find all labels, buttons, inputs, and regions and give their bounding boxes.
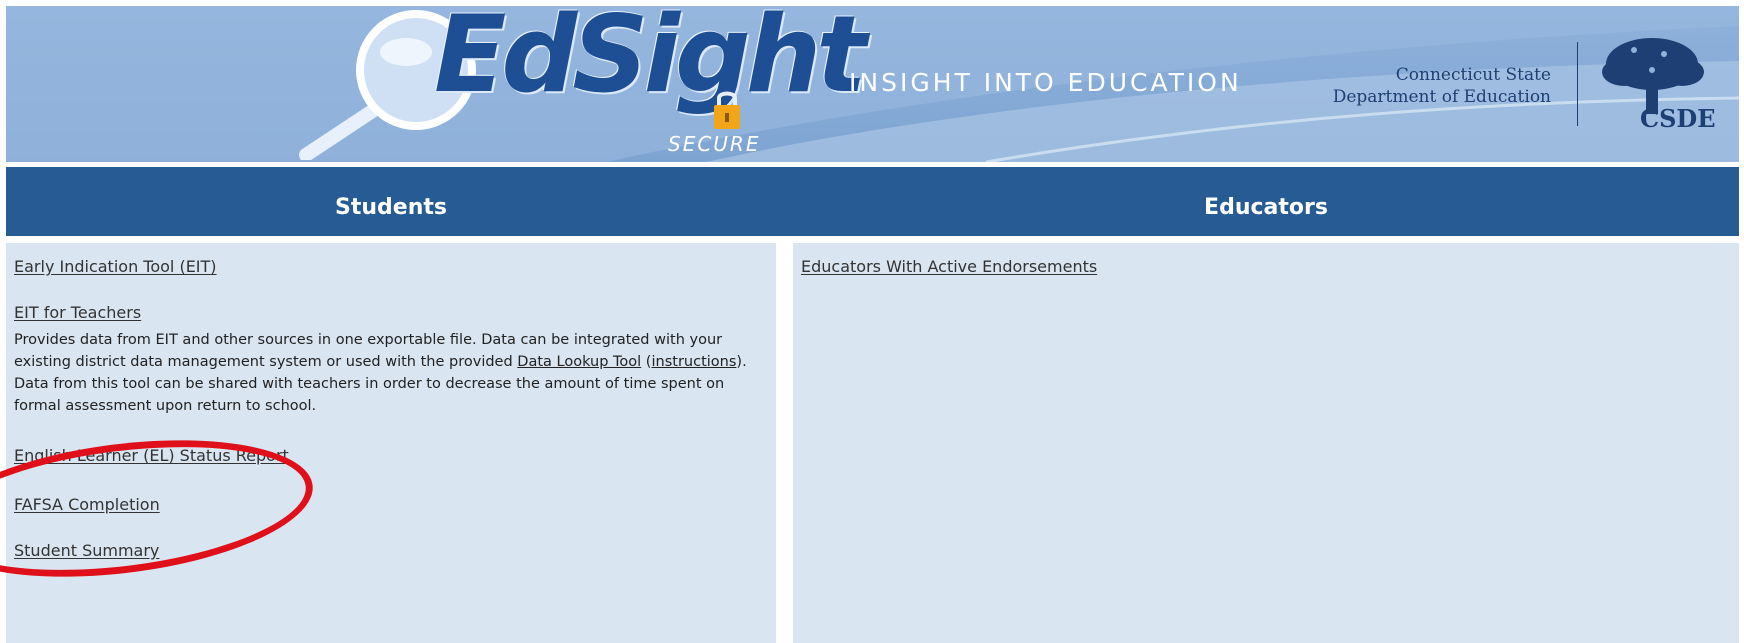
eit-description: Provides data from EIT and other sources…: [14, 329, 774, 417]
edsight-logo[interactable]: EdSight SECURE: [299, 6, 867, 160]
tagline: INSIGHT INTO EDUCATION: [849, 68, 1242, 97]
nav-students-label: Students: [335, 195, 447, 220]
link-early-indication-tool[interactable]: Early Indication Tool (EIT): [14, 257, 217, 276]
secure-label: SECURE: [668, 132, 761, 156]
csde-abbr: CSDE: [1640, 104, 1716, 133]
nav-educators[interactable]: Educators: [793, 167, 1739, 236]
agency-name: Connecticut State Department of Educatio…: [1333, 64, 1551, 108]
csde-logo[interactable]: Connecticut State Department of Educatio…: [1326, 38, 1726, 142]
educators-panel: Educators With Active Endorsements: [793, 243, 1739, 643]
edsight-logo-text: EdSight: [434, 6, 867, 116]
logo-divider: [1577, 42, 1578, 126]
link-eit-for-teachers[interactable]: EIT for Teachers: [14, 303, 141, 322]
nav-students[interactable]: Students: [6, 167, 776, 236]
link-instructions[interactable]: instructions: [651, 354, 736, 370]
header-banner: EdSight SECURE INSIGHT INTO EDUCATION Co…: [6, 6, 1739, 162]
agency-line-2: Department of Education: [1332, 87, 1551, 108]
link-data-lookup-tool[interactable]: Data Lookup Tool: [517, 354, 641, 370]
nav-educators-label: Educators: [1204, 195, 1328, 220]
eit-desc-text-2: (: [641, 354, 652, 370]
category-nav: Students Educators: [6, 167, 1739, 236]
link-educators-active-endorsements[interactable]: Educators With Active Endorsements: [801, 257, 1097, 276]
lock-icon: [714, 91, 740, 129]
agency-line-1: Connecticut State: [1395, 65, 1551, 85]
